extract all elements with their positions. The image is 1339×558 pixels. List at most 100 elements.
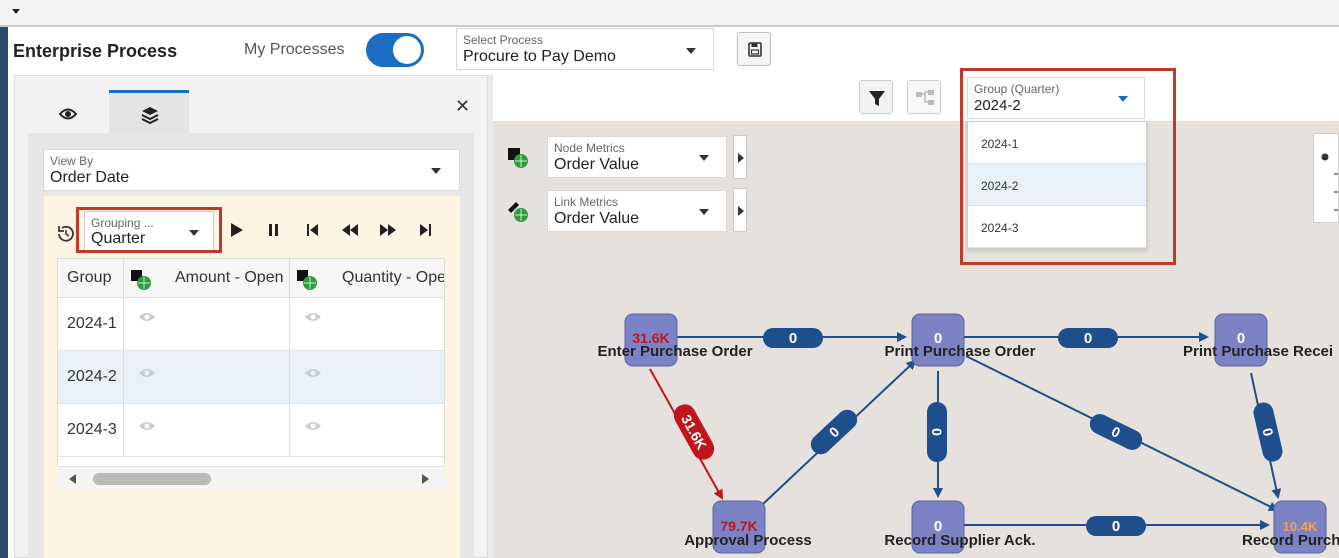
grid-horizontal-scrollbar[interactable] (57, 466, 445, 490)
table-row[interactable]: 2024-3 (58, 404, 444, 457)
eye-icon (305, 313, 321, 321)
metric-globe-icon (131, 270, 151, 290)
link-badge[interactable]: 0 (763, 328, 823, 348)
eye-icon (305, 369, 321, 377)
option-2024-3[interactable]: 2024-3 (968, 206, 1146, 248)
my-processes-label: My Processes (244, 41, 345, 58)
option-2024-2[interactable]: 2024-2 (968, 164, 1146, 206)
eye-icon (305, 422, 321, 430)
my-processes-toggle[interactable] (366, 33, 424, 67)
link-badge-hot[interactable]: 31.6K (670, 400, 718, 463)
toggle-knob (393, 36, 421, 64)
group-quarter-dropdown[interactable]: Group (Quarter) 2024-2 (967, 77, 1145, 119)
amount-cell[interactable] (124, 351, 290, 403)
amount-cell[interactable] (124, 404, 290, 456)
view-by-label: View By (50, 154, 94, 168)
quantity-cell[interactable] (290, 351, 444, 403)
process-node[interactable]: 10.4K Record Purch (1242, 500, 1339, 554)
svg-text:Approval Process: Approval Process (684, 532, 812, 549)
select-process-label: Select Process (463, 33, 544, 47)
svg-text:Print Purchase Recei: Print Purchase Recei (1183, 343, 1333, 360)
link-badge[interactable]: 0 (1086, 411, 1145, 454)
skip-end-icon[interactable] (416, 220, 436, 240)
column-header-amount-open[interactable]: Amount - Open (124, 259, 290, 297)
table-row[interactable]: 2024-1 (58, 298, 444, 351)
group-cell: 2024-1 (58, 298, 124, 350)
svg-text:Print Purchase Order: Print Purchase Order (885, 343, 1036, 360)
chevron-down-icon (1118, 96, 1128, 102)
left-panel-tabs (28, 90, 474, 133)
eye-icon (139, 422, 155, 430)
svg-text:0: 0 (1112, 518, 1120, 535)
svg-text:0: 0 (789, 330, 797, 347)
link-badge[interactable]: 0 (807, 406, 862, 459)
grid-header-row: Group Amount - Open Quantity - Ope (58, 259, 444, 298)
collapse-caret-icon[interactable] (12, 9, 20, 14)
eye-icon (139, 313, 155, 321)
svg-text:0: 0 (929, 428, 945, 436)
column-header-quantity-open[interactable]: Quantity - Ope (290, 259, 444, 297)
svg-text:Enter Purchase Order: Enter Purchase Order (597, 343, 752, 360)
link-badge[interactable]: 0 (1252, 401, 1285, 464)
group-cell: 2024-3 (58, 404, 124, 456)
save-icon (748, 42, 762, 57)
rewind-icon[interactable] (340, 220, 360, 240)
svg-text:0: 0 (1084, 330, 1092, 347)
chevron-down-icon (431, 168, 441, 174)
grouping-label: Grouping ... (91, 216, 154, 230)
process-node[interactable]: 0 Print Purchase Recei (1183, 313, 1333, 367)
chevron-down-icon (189, 230, 199, 236)
process-node[interactable]: 79.7K Approval Process (684, 500, 812, 554)
amount-cell[interactable] (124, 298, 290, 350)
eye-icon (58, 108, 78, 120)
scrollbar-thumb[interactable] (93, 473, 211, 485)
hierarchy-button[interactable] (907, 80, 941, 114)
link-badge[interactable]: 0 (1058, 328, 1118, 348)
metric-globe-icon (297, 270, 317, 290)
process-node[interactable]: 31.6K Enter Purchase Order (597, 313, 753, 367)
fast-forward-icon[interactable] (378, 220, 398, 240)
view-by-dropdown[interactable]: View By Order Date (43, 149, 460, 191)
top-bar (0, 0, 1339, 27)
column-header-group[interactable]: Group (58, 259, 124, 297)
save-button[interactable] (737, 32, 771, 66)
select-process-value: Procure to Pay Demo (463, 48, 616, 65)
group-cell: 2024-2 (58, 351, 124, 403)
play-icon[interactable] (227, 220, 247, 240)
group-quarter-label: Group (Quarter) (974, 82, 1060, 96)
tab-layers[interactable] (109, 90, 189, 133)
table-row[interactable]: 2024-2 (58, 351, 444, 404)
close-icon[interactable]: ✕ (455, 96, 470, 117)
option-2024-1[interactable]: 2024-1 (968, 122, 1146, 164)
process-node[interactable]: 0 Record Supplier Ack. (884, 500, 1036, 554)
hierarchy-icon (916, 90, 934, 105)
left-edge-strip (0, 27, 8, 558)
skip-start-icon[interactable] (302, 220, 322, 240)
view-by-value: Order Date (50, 169, 130, 186)
process-map: 0 0 31.6K 0 0 0 0 0 31.6K Enter Purchase… (597, 313, 1339, 554)
pause-icon[interactable] (264, 220, 284, 240)
tab-view[interactable] (28, 90, 108, 133)
page-title: Enterprise Process (13, 41, 178, 61)
group-quarter-input[interactable]: 2024-2 (974, 97, 1021, 114)
select-process-dropdown[interactable]: Select Process Procure to Pay Demo (456, 28, 714, 70)
link-badge[interactable]: 0 (927, 402, 947, 462)
process-node[interactable]: 0 Print Purchase Order (885, 313, 1036, 367)
scroll-left-icon[interactable] (67, 473, 79, 485)
svg-text:Record Purch: Record Purch (1242, 532, 1339, 549)
grouping-value: Quarter (91, 230, 146, 247)
filter-icon (869, 91, 885, 106)
quantity-cell[interactable] (290, 404, 444, 456)
history-icon[interactable] (55, 223, 77, 245)
quantity-cell[interactable] (290, 298, 444, 350)
group-grid: Group Amount - Open Quantity - Ope 2024-… (57, 258, 445, 490)
link-badge[interactable]: 0 (1086, 516, 1146, 536)
layers-icon (141, 107, 159, 125)
chevron-down-icon (686, 48, 696, 54)
group-quarter-options: 2024-1 2024-2 2024-3 (967, 121, 1147, 249)
scroll-right-icon[interactable] (419, 473, 431, 485)
filter-button[interactable] (859, 80, 893, 114)
eye-icon (139, 369, 155, 377)
svg-text:Record Supplier Ack.: Record Supplier Ack. (884, 532, 1035, 549)
grouping-dropdown[interactable]: Grouping ... Quarter (84, 211, 214, 251)
